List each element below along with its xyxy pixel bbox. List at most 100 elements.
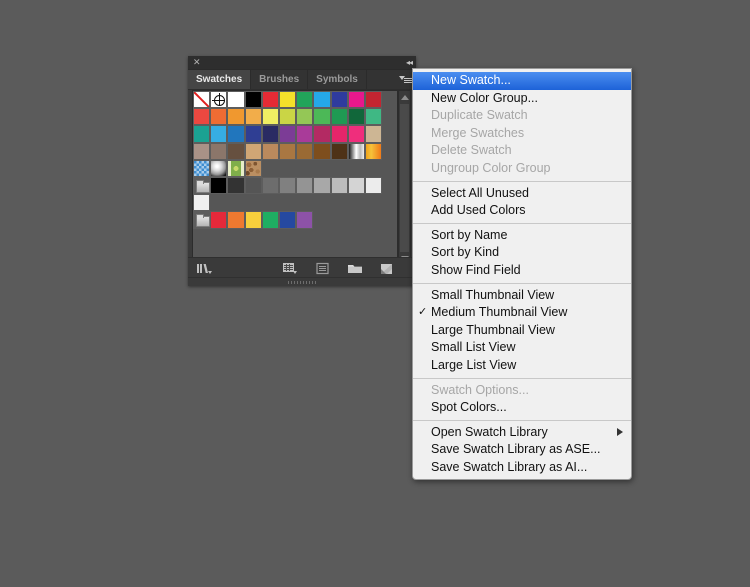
swatch-color[interactable] — [278, 108, 297, 126]
menu-item-save-swatch-library-as-ai[interactable]: Save Swatch Library as AI... — [413, 459, 631, 477]
tab-symbols[interactable]: Symbols — [308, 70, 367, 89]
swatch-color[interactable] — [193, 108, 211, 126]
swatch-color[interactable] — [278, 176, 297, 195]
swatch-color[interactable] — [364, 108, 383, 126]
swatch-color[interactable] — [296, 108, 314, 126]
swatch-color[interactable] — [210, 108, 228, 126]
swatch-color[interactable] — [227, 211, 245, 229]
menu-item-small-thumbnail-view[interactable]: Small Thumbnail View — [413, 287, 631, 305]
swatch-options-icon[interactable] — [314, 261, 330, 276]
swatch-none-icon[interactable] — [193, 91, 211, 109]
swatch-color[interactable] — [227, 125, 245, 143]
swatch-color[interactable] — [278, 142, 297, 160]
swatch-color[interactable] — [261, 125, 279, 143]
swatch-color[interactable] — [278, 125, 297, 143]
swatch-color[interactable] — [261, 142, 279, 160]
swatch-color[interactable] — [347, 125, 365, 143]
menu-item-show-find-field[interactable]: Show Find Field — [413, 262, 631, 280]
menu-item-save-swatch-library-as-ase[interactable]: Save Swatch Library as ASE... — [413, 441, 631, 459]
swatch-color[interactable] — [244, 211, 262, 229]
swatch-color[interactable] — [193, 194, 211, 212]
menu-item-label: Small List View — [431, 340, 516, 355]
menu-item-add-used-colors[interactable]: Add Used Colors — [413, 202, 631, 220]
color-group-folder-icon[interactable] — [193, 176, 211, 195]
swatch-pattern-green[interactable] — [227, 159, 245, 177]
swatch-pattern-brown[interactable] — [244, 159, 262, 177]
swatch-color[interactable] — [330, 176, 348, 195]
collapse-panel-icon[interactable]: ◂◂ — [406, 58, 413, 67]
swatch-color[interactable] — [296, 91, 314, 109]
swatch-color[interactable] — [313, 91, 331, 109]
swatch-color[interactable] — [278, 211, 297, 229]
swatch-color[interactable] — [210, 211, 228, 229]
swatch-color[interactable] — [347, 176, 365, 195]
swatch-color[interactable] — [227, 176, 245, 195]
swatch-color[interactable] — [193, 125, 211, 143]
menu-item-small-list-view[interactable]: Small List View — [413, 339, 631, 357]
swatch-color[interactable] — [330, 108, 348, 126]
panel-options-menu-button[interactable] — [399, 74, 413, 85]
swatch-color[interactable] — [261, 211, 279, 229]
swatch-color[interactable] — [210, 142, 228, 160]
menu-item-large-list-view[interactable]: Large List View — [413, 357, 631, 375]
swatch-gradient-bw[interactable] — [347, 142, 365, 160]
swatch-color[interactable] — [364, 176, 383, 195]
scrollbar-thumb[interactable] — [400, 104, 409, 252]
swatch-color[interactable] — [296, 211, 314, 229]
scroll-up-arrow-icon[interactable] — [400, 95, 409, 100]
swatch-color[interactable] — [227, 142, 245, 160]
swatch-color[interactable] — [244, 91, 262, 109]
menu-item-new-swatch[interactable]: New Swatch... — [413, 72, 631, 90]
swatch-color[interactable] — [227, 108, 245, 126]
show-swatch-kinds-menu-icon[interactable] — [282, 261, 298, 276]
swatch-color[interactable] — [210, 176, 228, 195]
close-icon[interactable]: ✕ — [193, 57, 201, 68]
swatch-color[interactable] — [313, 142, 331, 160]
menu-item-new-color-group[interactable]: New Color Group... — [413, 90, 631, 108]
swatch-gradient-orange[interactable] — [364, 142, 383, 160]
swatch-color[interactable] — [227, 91, 245, 109]
swatch-color[interactable] — [244, 125, 262, 143]
swatch-pattern-blue[interactable] — [193, 159, 211, 177]
menu-item-open-swatch-library[interactable]: Open Swatch Library — [413, 424, 631, 442]
color-group-folder-icon[interactable] — [193, 211, 211, 229]
swatch-color[interactable] — [313, 176, 331, 195]
swatch-color[interactable] — [330, 125, 348, 143]
swatch-grid-viewport[interactable] — [192, 90, 398, 266]
menu-item-medium-thumbnail-view[interactable]: ✓ Medium Thumbnail View — [413, 304, 631, 322]
new-color-group-icon[interactable] — [346, 261, 362, 276]
swatch-color[interactable] — [330, 142, 348, 160]
swatch-color[interactable] — [296, 176, 314, 195]
swatch-color[interactable] — [244, 142, 262, 160]
swatch-color[interactable] — [364, 91, 383, 109]
new-swatch-icon[interactable] — [378, 261, 394, 276]
swatch-color[interactable] — [261, 108, 279, 126]
swatch-color[interactable] — [296, 142, 314, 160]
panel-resize-grip[interactable] — [188, 277, 416, 286]
swatch-color[interactable] — [347, 108, 365, 126]
swatch-color[interactable] — [296, 125, 314, 143]
swatch-color[interactable] — [347, 91, 365, 109]
swatch-color[interactable] — [244, 108, 262, 126]
swatch-color[interactable] — [261, 176, 279, 195]
swatch-registration-icon[interactable] — [210, 91, 228, 109]
swatch-color[interactable] — [313, 108, 331, 126]
swatch-vertical-scrollbar[interactable] — [398, 90, 411, 266]
swatch-color[interactable] — [278, 91, 297, 109]
menu-item-large-thumbnail-view[interactable]: Large Thumbnail View — [413, 322, 631, 340]
tab-brushes[interactable]: Brushes — [251, 70, 309, 89]
swatch-color[interactable] — [330, 91, 348, 109]
menu-item-spot-colors[interactable]: Spot Colors... — [413, 399, 631, 417]
swatch-color[interactable] — [313, 125, 331, 143]
menu-item-sort-by-kind[interactable]: Sort by Kind — [413, 244, 631, 262]
menu-item-sort-by-name[interactable]: Sort by Name — [413, 227, 631, 245]
swatch-color[interactable] — [261, 91, 279, 109]
menu-item-select-all-unused[interactable]: Select All Unused — [413, 185, 631, 203]
swatch-color[interactable] — [244, 176, 262, 195]
swatch-color[interactable] — [364, 125, 383, 143]
swatch-color[interactable] — [210, 125, 228, 143]
swatch-color[interactable] — [193, 142, 211, 160]
tab-swatches[interactable]: Swatches — [188, 70, 252, 89]
swatch-libraries-menu-icon[interactable] — [196, 261, 212, 276]
swatch-pattern-ball[interactable] — [210, 159, 228, 177]
